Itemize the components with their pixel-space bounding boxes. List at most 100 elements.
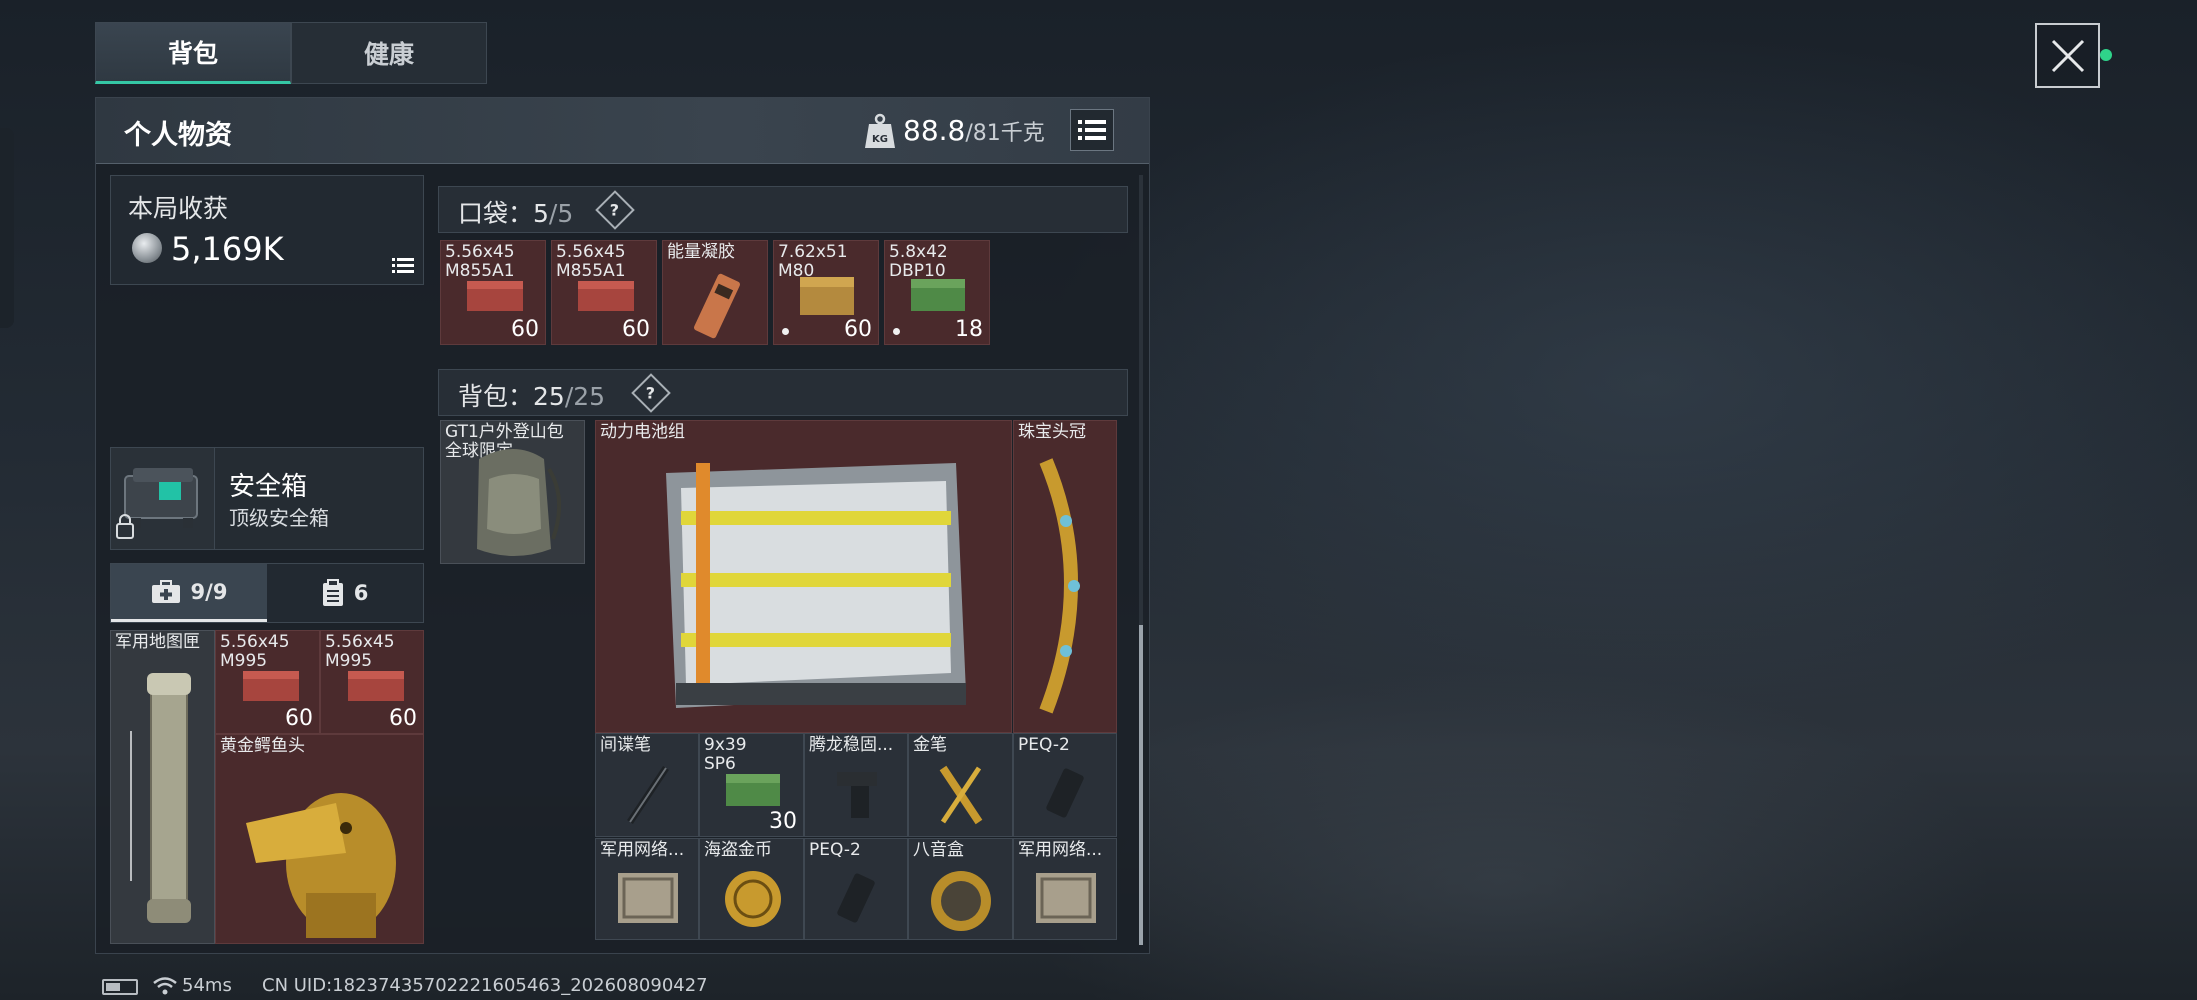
item-name: 动力电池组 [600,422,685,442]
energy-gel-image [694,273,740,339]
backpack-item[interactable]: 9x39 SP6 30 [699,733,804,837]
item-count: 60 [285,706,313,731]
golden-croc-image [246,793,396,938]
item-name: 珠宝头冠 [1018,422,1086,442]
item-count: 60 [511,317,539,342]
map-tube-image [130,673,191,923]
close-button[interactable] [2035,23,2100,88]
backpack-item[interactable]: 海盗金币 [699,838,804,940]
backpack-item[interactable]: 八音盒 [908,838,1013,940]
safe-box-subtitle: 顶级安全箱 [229,506,329,530]
ammo-box-image [243,671,299,701]
music-box-image [931,871,991,931]
item-name: 金笔 [913,735,947,755]
backpack-item-large[interactable]: 动力电池组 [595,420,1012,733]
item-ammo-556-m995[interactable]: 5.56x45 M995 60 [215,630,320,734]
pocket-capacity: /5 [548,199,574,228]
peq-2-image [837,873,875,923]
item-ammo-556-m995[interactable]: 5.56x45 M995 60 [320,630,424,734]
battery-pack-image [666,463,966,708]
item-count: 18 [955,317,983,342]
help-icon: ? [646,383,656,403]
pocket-item[interactable]: 能量凝胶 [662,240,768,345]
item-name: 黄金鳄鱼头 [220,736,305,756]
harvest-label: 本局收获 [128,194,229,223]
backpack-used: 25 [533,382,565,411]
lock-icon [116,523,134,539]
svg-text:KG: KG [872,134,888,145]
backpack-capacity: /25 [564,382,606,411]
pocket-item[interactable]: 5.8x42 DBP10 18 [884,240,990,345]
tab-container-medkit[interactable]: 9/9 [111,564,267,622]
backpack-item[interactable]: 腾龙稳固... [804,733,908,837]
pocket-item[interactable]: 7.62x51 M80 60 [773,240,879,345]
ammo-box-image [800,277,854,315]
jewel-crown-image [1039,458,1080,714]
list-icon [1078,120,1106,140]
pirate-coin-image [725,871,781,927]
panel-title: 个人物资 [124,120,232,151]
wifi-icon [153,977,177,995]
top-tabs: 背包 健康 [95,22,487,84]
tab-backpack[interactable]: 背包 [95,22,291,84]
currency-icon [132,233,162,263]
tab-container-clipboard-label: 6 [353,581,369,605]
details-list-icon[interactable] [392,257,414,275]
mount-image [837,772,877,818]
item-name: 海盗金币 [704,840,772,860]
weight-readout: 88.8/81千克 [903,114,1045,147]
equipped-backpack[interactable]: GT1户外登山包 全球限定 [440,420,585,564]
sort-list-button[interactable] [1070,109,1114,151]
item-military-map-case[interactable]: 军用地图匣 [110,630,215,944]
ammo-box-image [467,281,523,311]
backpack-image [477,449,562,556]
container-tabs: 9/9 6 [110,563,424,623]
uid-text: CN UID:18237435702221605463_202608090427 [262,975,708,996]
backpack-item[interactable]: PEQ-2 [1013,733,1117,837]
item-name: 腾龙稳固... [809,735,894,755]
medkit-icon [151,579,180,603]
backpack-item[interactable]: 金笔 [908,733,1013,837]
tab-container-medkit-label: 9/9 [190,579,228,604]
harvest-value: 5,169K [171,230,284,268]
pocket-item[interactable]: 5.56x45 M855A1 60 [440,240,546,345]
battery-icon [102,979,138,995]
scrollbar-thumb[interactable] [1139,625,1143,945]
item-golden-crocodile-head[interactable]: 黄金鳄鱼头 [215,734,424,944]
pocket-label: 口袋：5/5 [458,194,573,230]
backpack-label: 背包：25/25 [458,377,605,413]
backpack-title: 背包： [458,382,534,411]
help-icon: ? [610,200,620,220]
item-name: 八音盒 [913,840,964,860]
item-count: 60 [844,317,872,342]
item-count: 60 [622,317,650,342]
backpack-item[interactable]: 间谍笔 [595,733,699,837]
safe-box-image [111,448,215,549]
item-name: 军用地图匣 [115,632,200,652]
item-name: 间谍笔 [600,735,651,755]
close-icon [2051,39,2084,72]
tab-container-clipboard[interactable]: 6 [267,564,423,622]
backpack-item[interactable]: 军用网络... [595,838,699,940]
peq-2-image [1046,768,1084,818]
item-count: 30 [769,809,797,834]
weight-icon: KG [865,113,895,148]
backpack-item[interactable]: 军用网络... [1013,838,1117,940]
backpack-item-tall[interactable]: 珠宝头冠 [1013,420,1117,733]
safe-box-title: 安全箱 [229,472,308,502]
tab-health[interactable]: 健康 [291,22,487,84]
online-indicator [2100,49,2112,61]
item-name: PEQ-2 [1018,735,1070,755]
ammo-box-image [726,774,780,806]
item-count: 60 [389,706,417,731]
pocket-item[interactable]: 5.56x45 M855A1 60 [551,240,657,345]
pocket-title: 口袋： [458,199,534,228]
status-dot [893,328,900,335]
container-grid: 军用地图匣 5.56x45 M995 60 5.56x45 M995 60 黄金… [110,630,424,944]
ammo-box-image [578,281,634,311]
left-edge-handle [0,128,14,328]
network-device-image [1036,873,1096,923]
backpack-item[interactable]: PEQ-2 [804,838,908,940]
ammo-box-image [348,671,404,701]
item-name: 能量凝胶 [667,242,735,262]
